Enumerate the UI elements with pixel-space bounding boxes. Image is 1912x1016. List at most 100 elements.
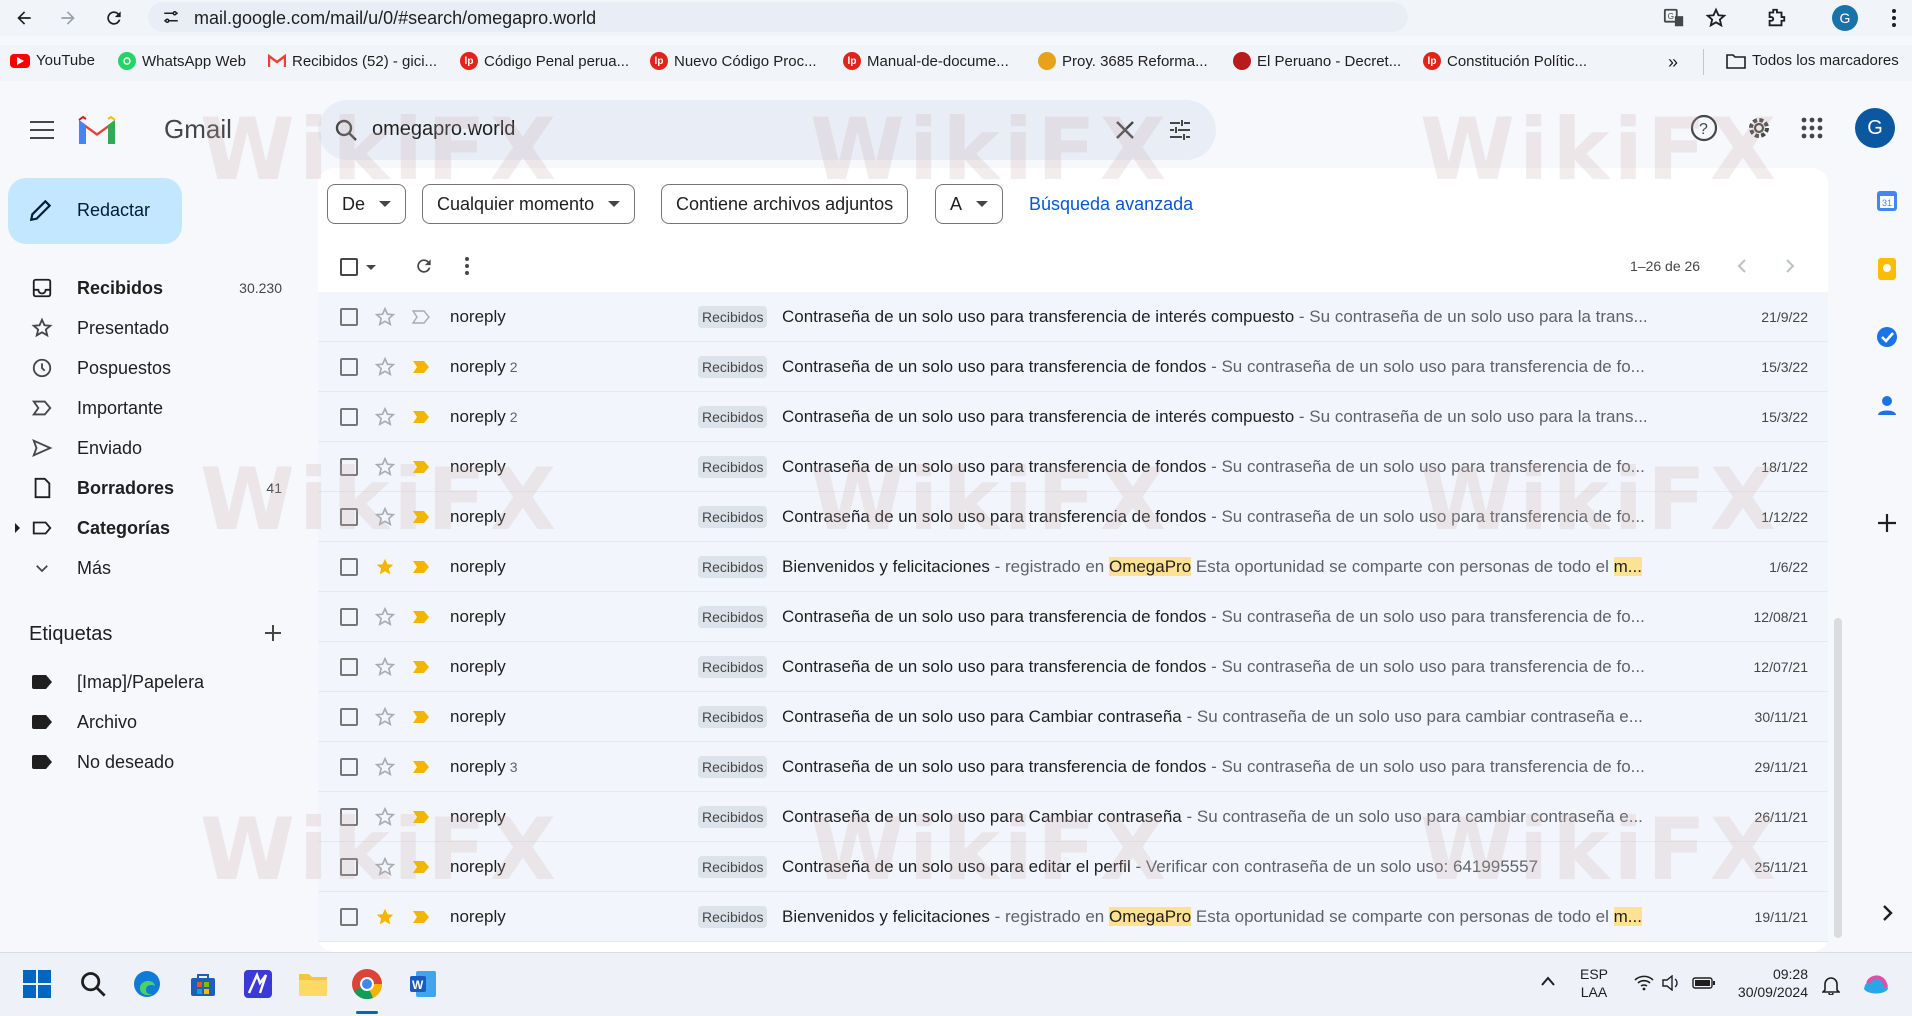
expand-caret-icon[interactable] (15, 523, 20, 533)
star-icon[interactable] (374, 406, 396, 428)
filter-time-chip[interactable]: Cualquier momento (422, 184, 636, 224)
extensions-icon[interactable] (1764, 6, 1788, 30)
sidebar-item-importante[interactable]: Importante (0, 388, 300, 428)
label-badge[interactable]: Recibidos (698, 556, 768, 578)
star-icon[interactable] (374, 856, 396, 878)
next-page-icon[interactable] (1784, 258, 1796, 274)
site-settings-icon[interactable] (162, 8, 180, 26)
tray-chevron-up-icon[interactable] (1540, 975, 1556, 987)
email-row[interactable]: noreply 2 Recibidos Contraseña de un solo u… (318, 342, 1828, 392)
bookmark-item[interactable]: Proy. 3685 Reforma... (1038, 52, 1208, 70)
row-checkbox[interactable] (340, 908, 358, 926)
contacts-icon[interactable] (1874, 392, 1900, 418)
important-marker-icon[interactable] (412, 758, 430, 776)
clock[interactable]: 09:28 30/09/2024 (1736, 965, 1808, 1001)
help-icon[interactable]: ? (1690, 114, 1718, 142)
reload-icon[interactable] (102, 6, 126, 30)
email-row[interactable]: noreply Recibidos Contraseña de un solo us… (318, 842, 1828, 892)
search-input[interactable]: omegapro.world (372, 118, 515, 141)
sidebar-item-recibidos[interactable]: Recibidos 30.230 (0, 268, 300, 308)
search-icon[interactable] (334, 118, 358, 142)
email-row[interactable]: noreply Recibidos Contraseña de un solo us… (318, 442, 1828, 492)
bookmark-item[interactable]: lp Código Penal perua... (460, 52, 629, 70)
clear-search-icon[interactable] (1115, 120, 1135, 140)
keep-icon[interactable] (1874, 256, 1900, 282)
select-menu-caret-icon[interactable] (366, 265, 376, 270)
sidebar-item-más[interactable]: Más (0, 548, 300, 588)
all-bookmarks-button[interactable]: Todos los marcadores (1726, 52, 1899, 69)
copilot-icon[interactable] (1860, 969, 1892, 1001)
gmail-logo-icon[interactable] (76, 114, 118, 146)
main-menu-icon[interactable] (28, 116, 56, 144)
label-badge[interactable]: Recibidos (698, 606, 768, 628)
important-marker-icon[interactable] (412, 408, 430, 426)
apps-grid-icon[interactable] (1800, 116, 1824, 140)
search-options-icon[interactable] (1168, 118, 1192, 142)
email-row[interactable]: noreply Recibidos Contraseña de un solo us… (318, 492, 1828, 542)
star-icon[interactable] (374, 606, 396, 628)
bookmark-item[interactable]: lp Manual-de-docume... (843, 52, 1009, 70)
volume-icon[interactable] (1662, 975, 1682, 991)
label-badge[interactable]: Recibidos (698, 356, 768, 378)
sidebar-item-borradores[interactable]: Borradores 41 (0, 468, 300, 508)
label-badge[interactable]: Recibidos (698, 656, 768, 678)
important-marker-icon[interactable] (412, 508, 430, 526)
row-checkbox[interactable] (340, 658, 358, 676)
back-icon[interactable] (12, 6, 36, 30)
row-checkbox[interactable] (340, 708, 358, 726)
label-badge[interactable]: Recibidos (698, 906, 768, 928)
row-checkbox[interactable] (340, 408, 358, 426)
bookmark-star-icon[interactable] (1704, 6, 1728, 30)
important-marker-icon[interactable] (412, 458, 430, 476)
label-badge[interactable]: Recibidos (698, 856, 768, 878)
star-filled-icon[interactable] (374, 906, 396, 928)
add-addon-icon[interactable] (1874, 510, 1900, 536)
language-indicator[interactable]: ESP LAA (1580, 965, 1608, 1001)
email-row[interactable]: noreply Recibidos Contraseña de un solo us… (318, 642, 1828, 692)
label-item[interactable]: Archivo (0, 703, 300, 741)
windows-start-icon[interactable] (20, 967, 54, 1001)
word-icon[interactable]: W (406, 967, 440, 1001)
bookmark-item[interactable]: YouTube (10, 52, 95, 69)
store-icon[interactable] (186, 967, 220, 1001)
bookmark-item[interactable]: El Peruano - Decret... (1233, 52, 1401, 70)
email-row[interactable]: noreply Recibidos Contraseña de un solo us… (318, 792, 1828, 842)
important-outline-icon[interactable] (412, 308, 430, 326)
label-badge[interactable]: Recibidos (698, 806, 768, 828)
app-icon[interactable] (241, 967, 275, 1001)
forward-icon[interactable] (56, 6, 80, 30)
file-explorer-icon[interactable] (296, 967, 330, 1001)
tasks-icon[interactable] (1874, 324, 1900, 350)
star-icon[interactable] (374, 506, 396, 528)
bookmark-item[interactable]: WhatsApp Web (118, 52, 246, 70)
star-icon[interactable] (374, 656, 396, 678)
settings-gear-icon[interactable] (1745, 114, 1773, 142)
row-checkbox[interactable] (340, 458, 358, 476)
important-marker-icon[interactable] (412, 658, 430, 676)
star-icon[interactable] (374, 806, 396, 828)
search-icon[interactable] (76, 967, 110, 1001)
more-actions-icon[interactable] (464, 256, 470, 276)
compose-button[interactable]: Redactar (8, 178, 182, 244)
star-icon[interactable] (374, 456, 396, 478)
important-marker-icon[interactable] (412, 608, 430, 626)
notification-bell-icon[interactable] (1822, 975, 1840, 995)
search-bar[interactable]: omegapro.world (318, 100, 1216, 160)
address-bar[interactable]: mail.google.com/mail/u/0/#search/omegapr… (148, 2, 1408, 32)
email-row[interactable]: noreply Recibidos Contraseña de un solo us… (318, 692, 1828, 742)
important-marker-icon[interactable] (412, 808, 430, 826)
calendar-icon[interactable]: 31 (1874, 188, 1900, 214)
edge-icon[interactable] (130, 967, 164, 1001)
row-checkbox[interactable] (340, 608, 358, 626)
email-row[interactable]: noreply Recibidos Bienvenidos y felicitaci… (318, 542, 1828, 592)
bookmark-item[interactable]: Recibidos (52) - gici... (268, 52, 437, 70)
star-filled-icon[interactable] (374, 556, 396, 578)
email-row[interactable]: noreply Recibidos Contraseña de un solo us… (318, 592, 1828, 642)
prev-page-icon[interactable] (1736, 258, 1748, 274)
scrollbar-thumb[interactable] (1834, 618, 1842, 938)
label-badge[interactable]: Recibidos (698, 756, 768, 778)
email-row[interactable]: noreply 3 Recibidos Contraseña de un solo u… (318, 742, 1828, 792)
advanced-search-link[interactable]: Búsqueda avanzada (1029, 194, 1193, 215)
battery-icon[interactable] (1692, 975, 1716, 991)
sidebar-item-presentado[interactable]: Presentado (0, 308, 300, 348)
